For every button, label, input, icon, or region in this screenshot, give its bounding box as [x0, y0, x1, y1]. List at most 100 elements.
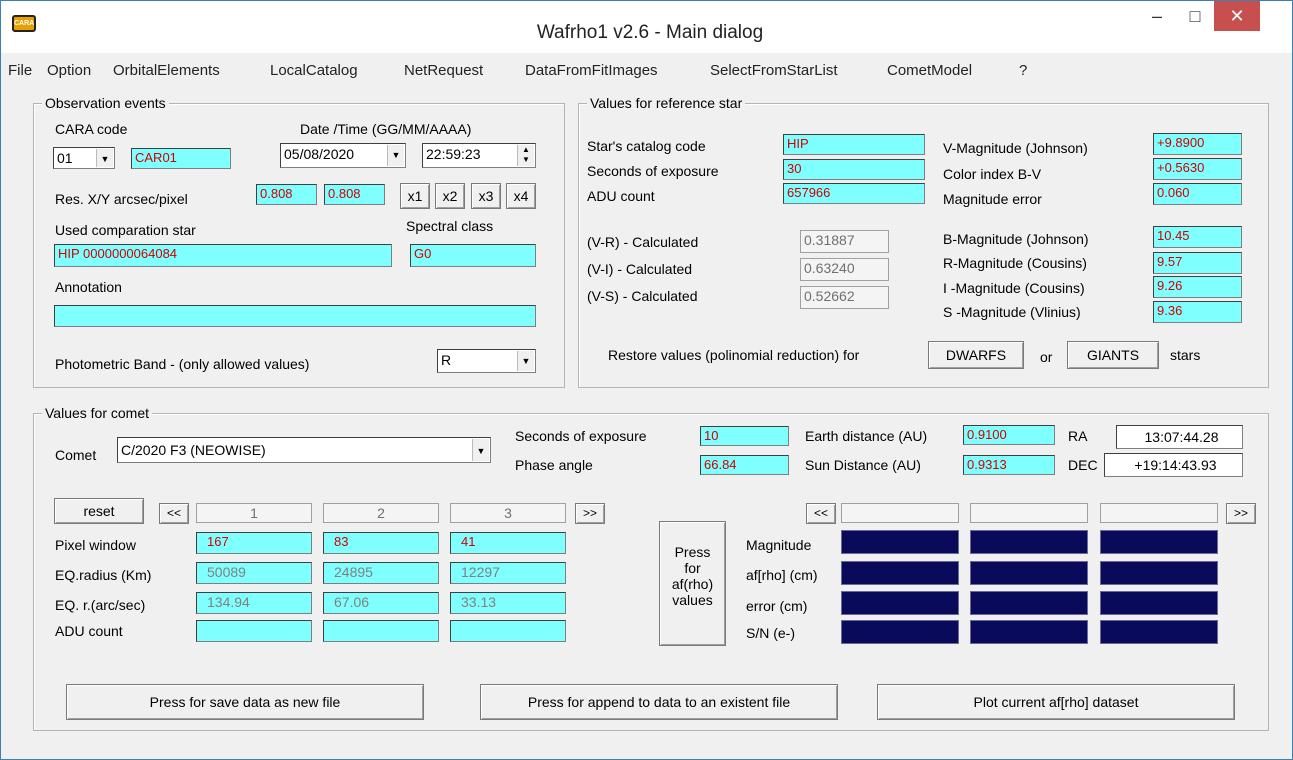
comet-adu-field-3[interactable] [450, 620, 566, 642]
afrho-result-3 [1100, 561, 1218, 585]
color-index-field[interactable]: +0.5630 [1153, 158, 1242, 180]
chevron-down-icon: ▼ [387, 145, 404, 166]
phase-angle-field[interactable]: 66.84 [700, 455, 789, 475]
append-file-button[interactable]: Press for append to data to an existent … [480, 684, 838, 720]
pixel-window-field-2[interactable]: 83 [323, 532, 439, 554]
b-magnitude-field[interactable]: 10.45 [1153, 226, 1242, 248]
comet-value: C/2020 F3 (NEOWISE) [121, 442, 266, 458]
chevron-down-icon: ▼ [472, 439, 489, 461]
zoom-x2-button[interactable]: x2 [435, 183, 465, 209]
dec-label: DEC [1068, 457, 1098, 473]
menu-local-catalog[interactable]: LocalCatalog [270, 62, 358, 79]
magnitude-error-label: Magnitude error [943, 191, 1042, 207]
minimize-button[interactable]: – [1140, 1, 1174, 31]
b-magnitude-label: B-Magnitude (Johnson) [943, 231, 1089, 247]
date-picker[interactable]: 05/08/2020 ▼ [280, 143, 406, 168]
pixel-window-field-1[interactable]: 167 [196, 532, 312, 554]
sun-distance-field[interactable]: 0.9313 [963, 455, 1055, 475]
sn-result-1 [841, 620, 959, 644]
photometric-band-value: R [441, 352, 452, 368]
afrho-label: af[rho] (cm) [746, 567, 818, 583]
earth-distance-field[interactable]: 0.9100 [963, 425, 1055, 445]
dwarfs-button[interactable]: DWARFS [928, 341, 1024, 369]
close-button[interactable]: ✕ [1214, 1, 1260, 31]
reset-button[interactable]: reset [54, 498, 144, 524]
ref-exposure-field[interactable]: 30 [783, 159, 925, 180]
giants-button[interactable]: GIANTS [1067, 341, 1159, 369]
res-y-field[interactable]: 0.808 [324, 184, 385, 205]
cara-app-icon: CARA [12, 15, 36, 32]
annotation-field[interactable] [54, 305, 536, 327]
plot-afrho-button[interactable]: Plot current af[rho] dataset [877, 684, 1235, 720]
vs-field: 0.52662 [800, 286, 889, 309]
spectral-class-label: Spectral class [406, 218, 494, 234]
res-x-field[interactable]: 0.808 [256, 184, 317, 205]
dec-field: +19:14:43.93 [1104, 453, 1243, 477]
comet-legend: Values for comet [42, 405, 153, 421]
chevron-down-icon: ▼ [517, 351, 534, 371]
v-magnitude-label: V-Magnitude (Johnson) [943, 140, 1088, 156]
cara-code-select[interactable]: 01 ▼ [53, 147, 115, 169]
menu-net-request[interactable]: NetRequest [404, 62, 483, 79]
eq-radius-field-1: 50089 [196, 562, 312, 584]
maximize-button[interactable]: □ [1178, 1, 1212, 31]
menu-help[interactable]: ? [1019, 62, 1027, 79]
zoom-x4-button[interactable]: x4 [506, 183, 536, 209]
result-column-1-header [841, 503, 959, 523]
restore-values-label: Restore values (polinomial reduction) fo… [608, 347, 860, 363]
stars-label: stars [1170, 347, 1201, 363]
prev-aperture-button[interactable]: << [159, 503, 189, 524]
photometric-band-select[interactable]: R ▼ [437, 349, 536, 373]
menu-orbital-elements[interactable]: OrbitalElements [113, 62, 220, 79]
menu-select-from-star-list[interactable]: SelectFromStarList [710, 62, 838, 79]
result-column-2-header [970, 503, 1088, 523]
i-magnitude-field[interactable]: 9.26 [1153, 276, 1242, 298]
next-aperture-button[interactable]: >> [575, 503, 605, 524]
ra-field: 13:07:44.28 [1116, 425, 1243, 449]
comet-label: Comet [55, 447, 97, 463]
comp-star-label: Used comparation star [55, 222, 196, 238]
catalog-code-field[interactable]: HIP [783, 134, 925, 155]
resolution-label: Res. X/Y arcsec/pixel [55, 191, 188, 207]
spin-arrows-icon[interactable]: ▲ ▼ [517, 145, 534, 166]
eq-arcsec-field-1: 134.94 [196, 592, 312, 614]
i-magnitude-label: I -Magnitude (Cousins) [943, 280, 1085, 296]
color-index-label: Color index B-V [943, 166, 1042, 182]
comet-adu-field-2[interactable] [323, 620, 439, 642]
menu-data-from-fit-images[interactable]: DataFromFitImages [525, 62, 658, 79]
next-result-button[interactable]: >> [1226, 503, 1256, 524]
comet-exposure-field[interactable]: 10 [700, 426, 789, 446]
v-magnitude-field[interactable]: +9.8900 [1153, 133, 1242, 155]
prev-result-button[interactable]: << [806, 503, 836, 524]
compute-afrho-button[interactable]: Press for af(rho) values [659, 521, 726, 646]
aperture-column-1-header: 1 [196, 503, 312, 523]
datetime-label: Date /Time (GG/MM/AAAA) [300, 121, 472, 137]
sn-label: S/N (e-) [746, 625, 795, 641]
comet-adu-field-1[interactable] [196, 620, 312, 642]
comp-star-field[interactable]: HIP 0000000064084 [54, 244, 392, 267]
eq-arcsec-field-2: 67.06 [323, 592, 439, 614]
cara-code-select-value: 01 [57, 150, 73, 166]
comet-adu-label: ADU count [55, 623, 123, 639]
menu-comet-model[interactable]: CometModel [887, 62, 972, 79]
zoom-x3-button[interactable]: x3 [471, 183, 501, 209]
menu-option[interactable]: Option [47, 62, 91, 79]
window-title: Wafrho1 v2.6 - Main dialog [536, 22, 764, 43]
s-magnitude-field[interactable]: 9.36 [1153, 301, 1242, 323]
r-magnitude-label: R-Magnitude (Cousins) [943, 255, 1087, 271]
ref-adu-field[interactable]: 657966 [783, 183, 925, 204]
save-new-file-button[interactable]: Press for save data as new file [66, 684, 424, 720]
earth-distance-label: Earth distance (AU) [805, 428, 928, 444]
spectral-class-field[interactable]: G0 [410, 244, 536, 267]
magnitude-error-field[interactable]: 0.060 [1153, 183, 1242, 205]
zoom-x1-button[interactable]: x1 [400, 183, 430, 209]
cara-code-field[interactable]: CAR01 [131, 148, 231, 169]
time-stepper[interactable]: 22:59:23 ▲ ▼ [422, 143, 536, 168]
menu-file[interactable]: File [8, 62, 32, 79]
magnitude-result-3 [1100, 530, 1218, 554]
comet-select[interactable]: C/2020 F3 (NEOWISE) ▼ [117, 437, 491, 463]
error-result-3 [1100, 591, 1218, 615]
date-value: 05/08/2020 [284, 146, 355, 162]
r-magnitude-field[interactable]: 9.57 [1153, 252, 1242, 274]
pixel-window-field-3[interactable]: 41 [450, 532, 566, 554]
